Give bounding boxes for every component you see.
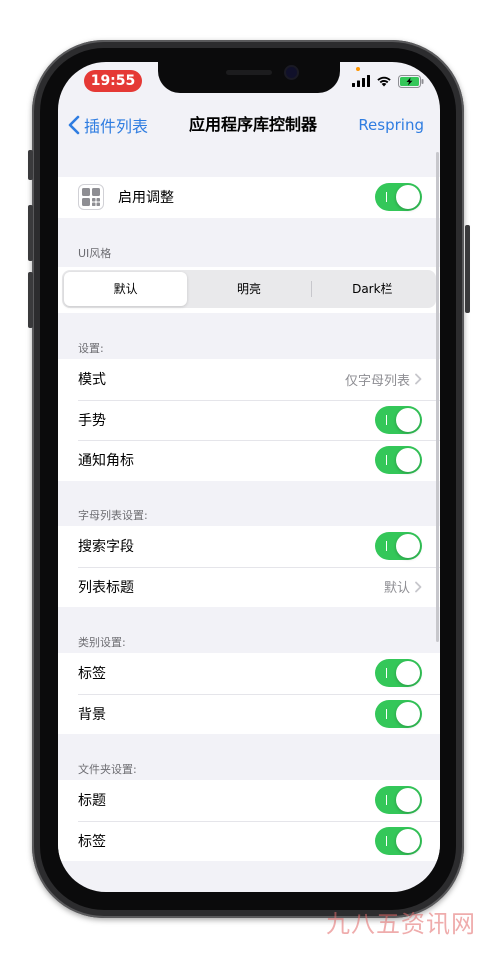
ui-style-header: UI风格: [78, 247, 112, 260]
folder-title-label: 标题: [78, 793, 106, 810]
gesture-toggle[interactable]: [375, 405, 422, 434]
earpiece-speaker: [226, 70, 272, 75]
gesture-label: 手势: [78, 412, 106, 429]
wifi-icon: [377, 76, 391, 87]
list-title-value: 默认: [383, 581, 410, 597]
folder-title-row: 标题: [58, 780, 440, 821]
settings-header: 设置:: [78, 342, 104, 355]
folder-title-toggle[interactable]: [375, 786, 422, 815]
folder-group: 标题 标签: [58, 780, 440, 861]
list-title-label: 列表标题: [78, 579, 134, 596]
ui-style-segmented-control: 默认 明亮 Dark栏: [62, 270, 436, 308]
notification-badge-row: 通知角标: [58, 440, 440, 481]
front-camera: [286, 67, 297, 78]
folder-label-label: 标签: [78, 833, 106, 850]
mode-label: 模式: [78, 372, 106, 389]
silent-switch: [28, 150, 33, 180]
back-button-label: 插件列表: [84, 117, 149, 136]
search-field-label: 搜索字段: [78, 539, 134, 556]
folder-header: 文件夹设置:: [78, 763, 137, 776]
power-button: [465, 225, 470, 313]
segment-default[interactable]: 默认: [64, 272, 188, 306]
notification-badge-toggle[interactable]: [375, 446, 422, 475]
folder-label-toggle[interactable]: [375, 826, 422, 855]
list-title-row[interactable]: 列表标题 默认: [58, 566, 440, 608]
back-button[interactable]: 插件列表: [68, 106, 148, 144]
gesture-row: 手势: [58, 399, 440, 441]
navigation-bar: 插件列表 应用程序库控制器 Respring: [58, 106, 440, 144]
category-header: 类别设置:: [78, 636, 126, 649]
alphabet-list-group: 搜索字段 列表标题 默认: [58, 526, 440, 607]
folder-label-row: 标签: [58, 820, 440, 862]
chevron-right-icon: [415, 581, 422, 593]
category-label-toggle[interactable]: [375, 659, 422, 688]
ui-style-section: 默认 明亮 Dark栏: [58, 267, 440, 313]
category-background-toggle[interactable]: [375, 699, 422, 728]
category-label-label: 标签: [78, 666, 106, 683]
mode-value: 仅字母列表: [344, 373, 410, 389]
cellular-signal-icon: [352, 75, 370, 87]
battery-charging-icon: [398, 74, 424, 88]
search-field-row: 搜索字段: [58, 526, 440, 567]
app-library-icon: [78, 184, 104, 211]
watermark: 九八五资讯网: [326, 910, 476, 938]
volume-down-button: [28, 272, 33, 328]
search-field-toggle[interactable]: [375, 532, 422, 561]
settings-group: 模式 仅字母列表 手势 通知角标: [58, 359, 440, 481]
category-background-label: 背景: [78, 706, 106, 723]
segment-dark[interactable]: Dark栏: [310, 272, 434, 306]
status-time[interactable]: 19:55: [84, 70, 142, 92]
page-title: 应用程序库控制器: [188, 115, 317, 134]
scroll-indicator[interactable]: [436, 152, 439, 642]
enable-tweak-row: 启用调整: [58, 177, 440, 218]
segment-light[interactable]: 明亮: [187, 272, 310, 306]
chevron-left-icon: [68, 115, 80, 135]
category-group: 标签 背景: [58, 653, 440, 734]
chevron-right-icon: [415, 373, 422, 385]
privacy-indicator-dot: [356, 67, 360, 71]
notch: [158, 62, 340, 93]
respring-button[interactable]: Respring: [358, 106, 424, 144]
enable-group: 启用调整: [58, 177, 440, 218]
enable-tweak-label: 启用调整: [118, 190, 174, 207]
enable-tweak-toggle[interactable]: [375, 183, 422, 212]
status-icons: [352, 73, 424, 89]
category-background-row: 背景: [58, 693, 440, 735]
mode-row[interactable]: 模式 仅字母列表: [58, 359, 440, 400]
screen: 19:55 插件列表 应用程序库控制器 Respring 启用调整 UI风格 默…: [58, 62, 440, 892]
notification-badge-label: 通知角标: [78, 453, 134, 470]
alphabet-list-header: 字母列表设置:: [78, 509, 148, 522]
category-label-row: 标签: [58, 653, 440, 694]
volume-up-button: [28, 205, 33, 261]
